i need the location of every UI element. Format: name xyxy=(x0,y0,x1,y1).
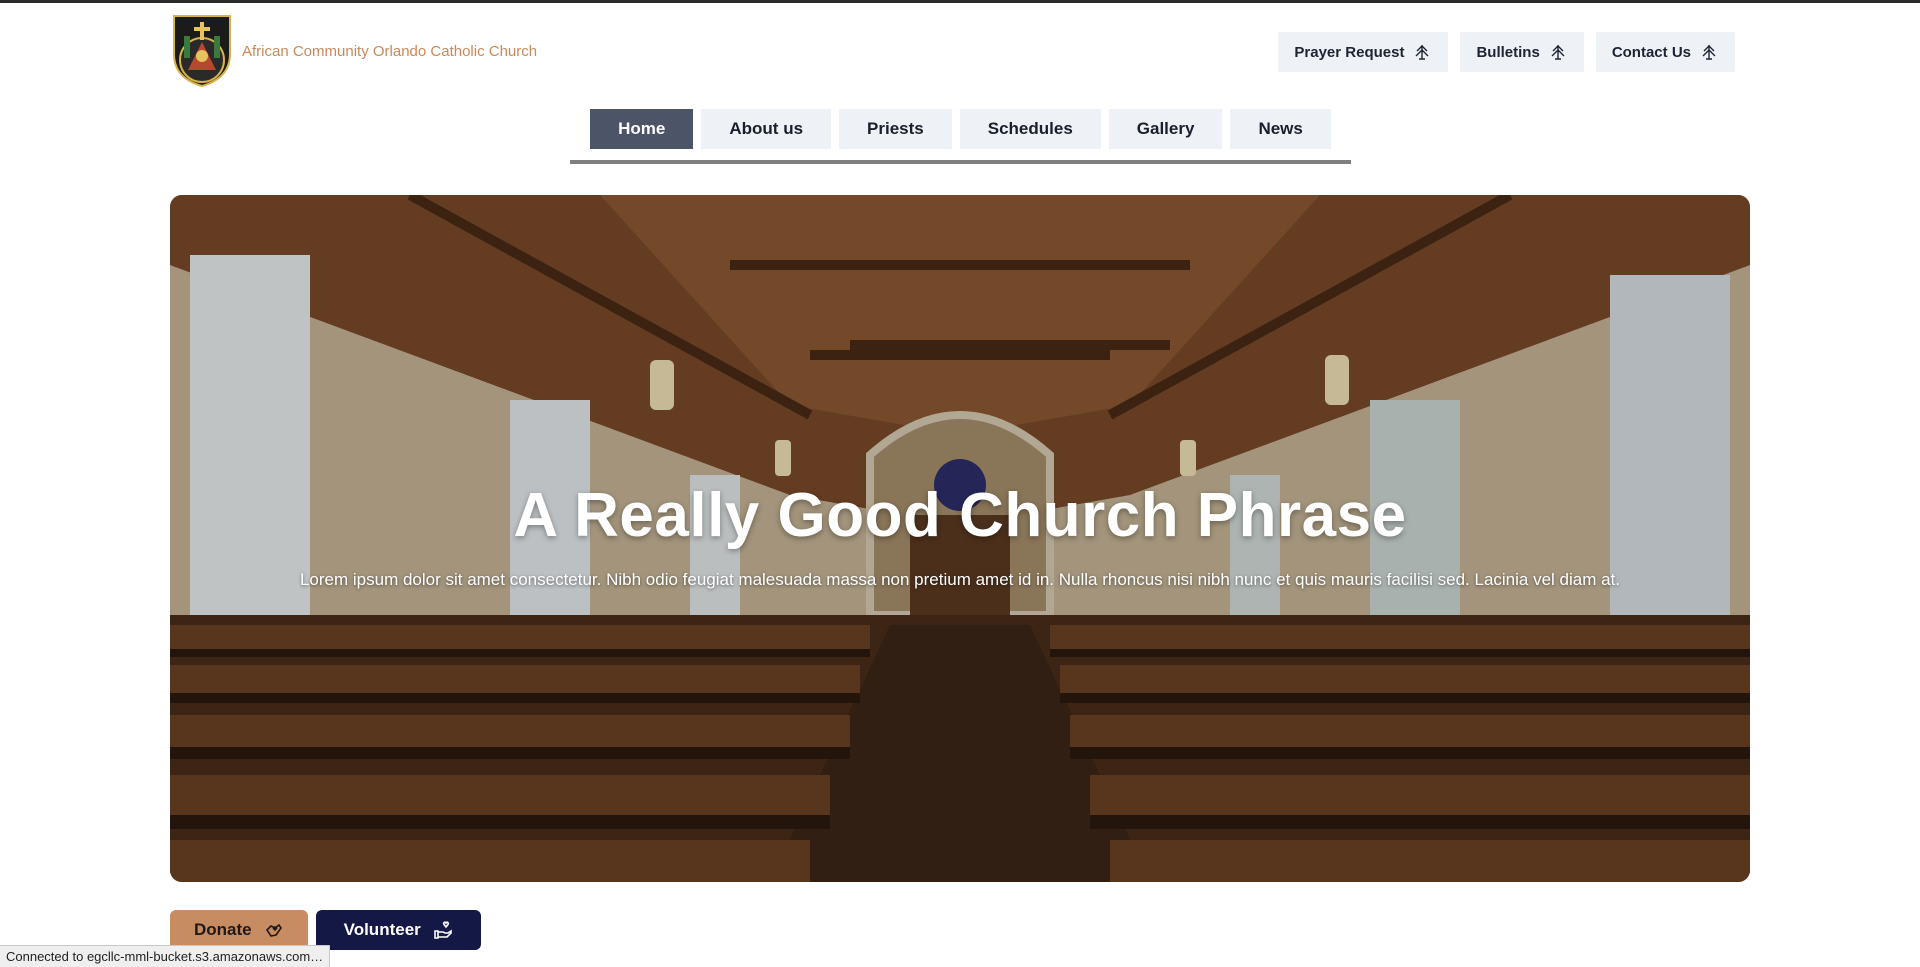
hand-heart-icon xyxy=(265,923,282,937)
donate-label: Donate xyxy=(194,920,252,939)
hero-banner: A Really Good Church Phrase Lorem ipsum … xyxy=(170,195,1750,882)
browser-status-bar: Connected to egcllc-mml-bucket.s3.amazon… xyxy=(0,945,331,967)
nav-item-about-us[interactable]: About us xyxy=(701,109,832,149)
contact-us-label: Contact Us xyxy=(1611,43,1691,61)
brand-name[interactable]: African Community Orlando Catholic Churc… xyxy=(242,43,537,60)
helping-hand-icon xyxy=(433,921,452,939)
nav-item-priests[interactable]: Priests xyxy=(839,109,952,149)
volunteer-label: Volunteer xyxy=(343,920,421,939)
prayer-request-button[interactable]: Prayer Request xyxy=(1278,32,1449,72)
nav-item-home[interactable]: Home xyxy=(590,109,694,149)
main-nav: Home About us Priests Schedules Gallery … xyxy=(570,109,1351,164)
cross-tree-icon xyxy=(1415,45,1429,60)
bulletins-button[interactable]: Bulletins xyxy=(1460,32,1584,72)
brand[interactable]: African Community Orlando Catholic Churc… xyxy=(170,14,537,88)
volunteer-button[interactable]: Volunteer xyxy=(315,910,481,950)
cta-group: Donate Volunteer xyxy=(170,910,481,950)
hero-subtitle: Lorem ipsum dolor sit amet consectetur. … xyxy=(299,570,1621,589)
church-crest-logo[interactable] xyxy=(170,14,234,88)
nav-item-schedules[interactable]: Schedules xyxy=(959,109,1101,149)
cross-tree-icon xyxy=(1551,45,1565,60)
utility-nav: Prayer Request Bulletins Contact Us xyxy=(1278,32,1735,72)
bulletins-label: Bulletins xyxy=(1476,43,1540,61)
nav-item-news[interactable]: News xyxy=(1230,109,1331,149)
top-border xyxy=(0,0,1920,3)
cross-tree-icon xyxy=(1702,45,1716,60)
site-header: African Community Orlando Catholic Churc… xyxy=(170,14,1735,90)
nav-item-gallery[interactable]: Gallery xyxy=(1108,109,1223,149)
prayer-request-label: Prayer Request xyxy=(1294,43,1405,61)
donate-button[interactable]: Donate xyxy=(170,910,308,950)
nav-divider xyxy=(570,160,1351,164)
hero-title: A Really Good Church Phrase xyxy=(513,481,1407,550)
contact-us-button[interactable]: Contact Us xyxy=(1595,32,1735,72)
